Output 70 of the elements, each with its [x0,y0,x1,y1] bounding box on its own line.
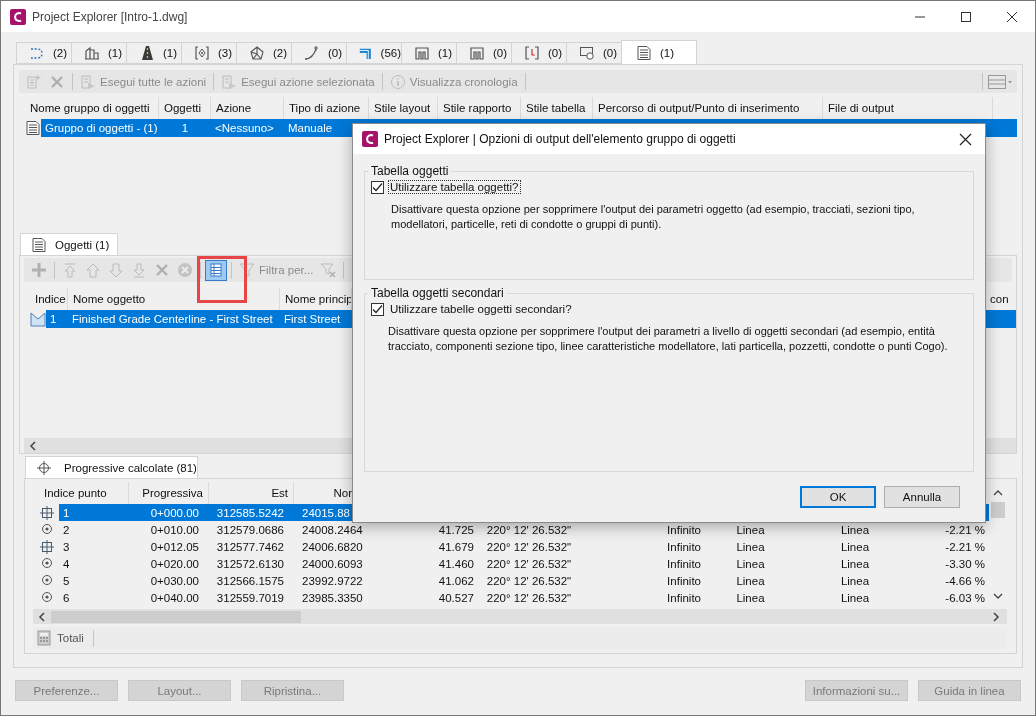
table-cell-text: Linea [735,539,766,555]
totals-label: Totali [57,632,84,644]
table-cell-text: 0+030.00 [149,573,200,589]
group-title: Tabella oggetti [370,164,450,178]
table-cell-text: 1 [62,505,71,521]
table-cell-text: 6 [62,590,71,606]
table-cell-text: 1 [180,121,190,136]
tab-label: Progressive calcolate (81) [64,461,197,474]
table-cell-text: Linea [839,556,871,572]
table-cell-text: Gruppo di oggetti - (1) [44,121,159,136]
table-cell-text: Linea [839,522,871,538]
table-cell-text: 41.062 [437,573,475,589]
table-cell-text: 1 [49,312,58,327]
table-cell-text: Linea [735,590,766,606]
table-cell-text: -2.21 % [944,539,986,555]
table-cell-text: 24000.6093 [301,556,364,572]
table-cell-text: Linea [735,573,766,589]
table-cell-text: 24006.6820 [301,539,364,555]
table-cell-text: Linea [839,573,871,589]
table-cell-text: 220° 12' 26.532" [485,590,573,606]
table-cell-text: 220° 12' 26.532" [485,556,573,572]
table-cell-text: Linea [839,539,871,555]
table-cell-text: -4.66 % [944,573,986,589]
table-cell-text: 220° 12' 26.532" [485,522,573,538]
table-cell-text: 41.679 [437,539,475,555]
table-cell-text: 220° 12' 26.532" [485,539,573,555]
table-cell-text: 312559.7019 [215,590,285,606]
table-cell-text: Infinito [666,522,702,538]
table-cell-text: Infinito [666,590,702,606]
table-cell-text: 5 [62,573,71,589]
table-cell-text: <Nessuno> [214,121,275,136]
table-cell-text: -2.21 % [944,522,986,538]
table-cell-text: 23992.9722 [301,573,364,589]
option-description: Disattivare questa opzione per sopprimere l'output dei parametri a livello di oggetti secondari (ad esempio, entità tracciato, componenti sezione tipo, linee caratteristiche modellatore, lati particella, pozzetti, condotte o punti Cogo). [388,324,949,354]
table-cell-text: Manuale [287,121,334,136]
table-cell-text: Infinito [666,573,702,589]
table-cell-text: 41.460 [437,556,475,572]
group-title: Tabella oggetti secondari [370,286,505,300]
table-cell-text: 24015.88 [301,505,351,521]
window-title: Project Explorer [Intro-1.dwg] [32,9,189,24]
table-cell-text: 0+000.00 [149,505,200,521]
table-cell-text: 312585.5242 [215,505,285,521]
table-cell-text: 2 [62,522,71,538]
tab-label: Oggetti (1) [55,238,110,251]
dialog-title: Project Explorer | Opzioni di output dell'elemento gruppo di oggetti [384,132,736,146]
table-cell-text: Infinito [666,556,702,572]
table-cell-text: Linea [735,522,766,538]
table-cell-text: 24008.2464 [301,522,364,538]
table-cell-text: 312577.7462 [215,539,285,555]
option-description: Disattivare questa opzione per sopprimere l'output dei parametri oggetto (ad esempio, tracciati, sezioni tipo, modellatori, particelle, reti di condotte o gruppi di punti). [391,202,916,232]
table-cell-text: 220° 12' 26.532" [485,573,573,589]
table-cell-text: 0+012.05 [149,539,200,555]
table-cell-text: 4 [62,556,71,572]
table-cell-text: 0+020.00 [149,556,200,572]
table-cell-text: Linea [735,556,766,572]
table-cell-text: 312566.1575 [215,573,285,589]
table-cell-text: 0+010.00 [149,522,200,538]
table-cell-text: First Street [283,312,342,327]
table-cell-text: 3 [62,539,71,555]
table-cell-text: 312572.6130 [215,556,285,572]
table-cell-text: 41.725 [437,522,475,538]
table-cell-text: Linea [839,590,871,606]
table-cell-text: 40.527 [437,590,475,606]
table-cell-text: -6.03 % [944,590,986,606]
table-cell-text: -3.30 % [944,556,986,572]
table-cell-text: 23985.3350 [301,590,364,606]
table-cell-text: 0+040.00 [149,590,200,606]
table-cell-text: 312579.0686 [215,522,285,538]
table-cell-text: Infinito [666,539,702,555]
table-cell-text: Finished Grade Centerline - First Street [71,312,274,327]
